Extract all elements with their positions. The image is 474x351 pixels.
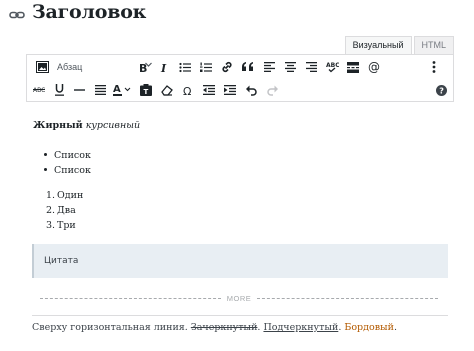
align-right-icon[interactable] — [302, 57, 320, 77]
link-icon[interactable] — [218, 57, 236, 77]
text-color-icon[interactable]: A — [111, 80, 133, 100]
indent-icon[interactable] — [221, 80, 239, 100]
strikethrough-icon[interactable]: ABC — [30, 80, 48, 100]
editor-mode-tabs: Визуальный HTML — [344, 36, 454, 55]
numbered-item: 3. Три — [46, 220, 76, 231]
underline-text: Подчеркнутый — [263, 322, 339, 333]
clear-formatting-icon[interactable] — [158, 80, 176, 100]
spellcheck-icon[interactable]: ABC — [323, 57, 341, 77]
more-options-icon[interactable] — [427, 57, 441, 77]
tab-html[interactable]: HTML — [413, 36, 454, 55]
toolbar-row-1: Абзац B I ABC @ — [27, 55, 453, 78]
bullet-list-icon[interactable] — [176, 57, 194, 77]
more-separator: MORE — [40, 292, 438, 304]
period-text: . — [393, 322, 397, 333]
numbered-list-icon[interactable] — [197, 57, 215, 77]
blockquote: Цитата — [32, 244, 448, 278]
svg-text:I: I — [160, 62, 167, 73]
redo-icon[interactable] — [263, 80, 281, 100]
svg-text:ABC: ABC — [33, 87, 45, 94]
align-left-icon[interactable] — [260, 57, 278, 77]
blockquote-icon[interactable] — [239, 57, 257, 77]
italic-icon[interactable]: I — [155, 57, 173, 77]
format-select-value: Абзац — [57, 61, 83, 72]
item-text: Один — [57, 190, 84, 201]
plain-text: Сверху горизонтальная линия. — [32, 322, 191, 333]
post-title[interactable]: Заголовок — [32, 1, 146, 23]
item-number: 3. — [46, 220, 56, 231]
editor-toolbar: Абзац B I ABC @ ABC A T Ω ? — [26, 54, 454, 102]
help-icon[interactable]: ? — [433, 80, 449, 100]
justify-icon[interactable] — [91, 80, 109, 100]
add-media-icon[interactable] — [33, 57, 51, 77]
mention-icon[interactable]: @ — [365, 57, 383, 77]
list-item: Список — [44, 165, 91, 176]
svg-text:?: ? — [439, 86, 444, 95]
final-paragraph: Сверху горизонтальная линия. Зачеркнутый… — [32, 322, 397, 333]
italic-text: курсивный — [85, 120, 141, 131]
bullet-text: Список — [54, 165, 91, 176]
outdent-icon[interactable] — [200, 80, 218, 100]
toolbar-row-2: ABC A T Ω ? — [27, 79, 453, 102]
read-more-icon[interactable] — [344, 57, 362, 77]
item-text: Три — [57, 220, 76, 231]
dashed-line — [257, 297, 438, 299]
svg-text:B: B — [139, 62, 147, 73]
special-character-icon[interactable]: Ω — [179, 80, 197, 100]
numbered-item: 1. Один — [46, 190, 83, 201]
horizontal-line-icon[interactable] — [70, 80, 88, 100]
horizontal-rule — [32, 315, 448, 316]
item-number: 1. — [46, 190, 56, 201]
bold-italic-line: Жирный курсивный — [33, 120, 140, 131]
item-text: Два — [57, 205, 76, 216]
align-center-icon[interactable] — [281, 57, 299, 77]
bullet-dot — [44, 168, 47, 171]
underline-icon[interactable] — [50, 80, 68, 100]
paste-as-text-icon[interactable]: T — [137, 80, 155, 100]
item-number: 2. — [46, 205, 56, 216]
list-item: Список — [44, 150, 91, 161]
svg-text:A: A — [113, 84, 121, 95]
svg-text:T: T — [144, 88, 149, 96]
permalink-icon[interactable] — [9, 7, 25, 21]
more-label: MORE — [226, 293, 252, 303]
bold-icon[interactable]: B — [134, 57, 152, 77]
numbered-item: 2. Два — [46, 205, 76, 216]
dashed-line — [40, 297, 221, 299]
bold-text: Жирный — [33, 120, 83, 131]
undo-icon[interactable] — [242, 80, 260, 100]
svg-text:Ω: Ω — [183, 85, 191, 96]
colored-text: Бордовый — [344, 322, 394, 333]
svg-text:ABC: ABC — [326, 62, 339, 69]
bullet-dot — [44, 153, 47, 156]
tab-visual[interactable]: Визуальный — [344, 36, 412, 55]
strikethrough-text: Зачеркнутый — [190, 322, 258, 333]
svg-text:@: @ — [368, 61, 380, 73]
bullet-text: Список — [54, 150, 91, 161]
